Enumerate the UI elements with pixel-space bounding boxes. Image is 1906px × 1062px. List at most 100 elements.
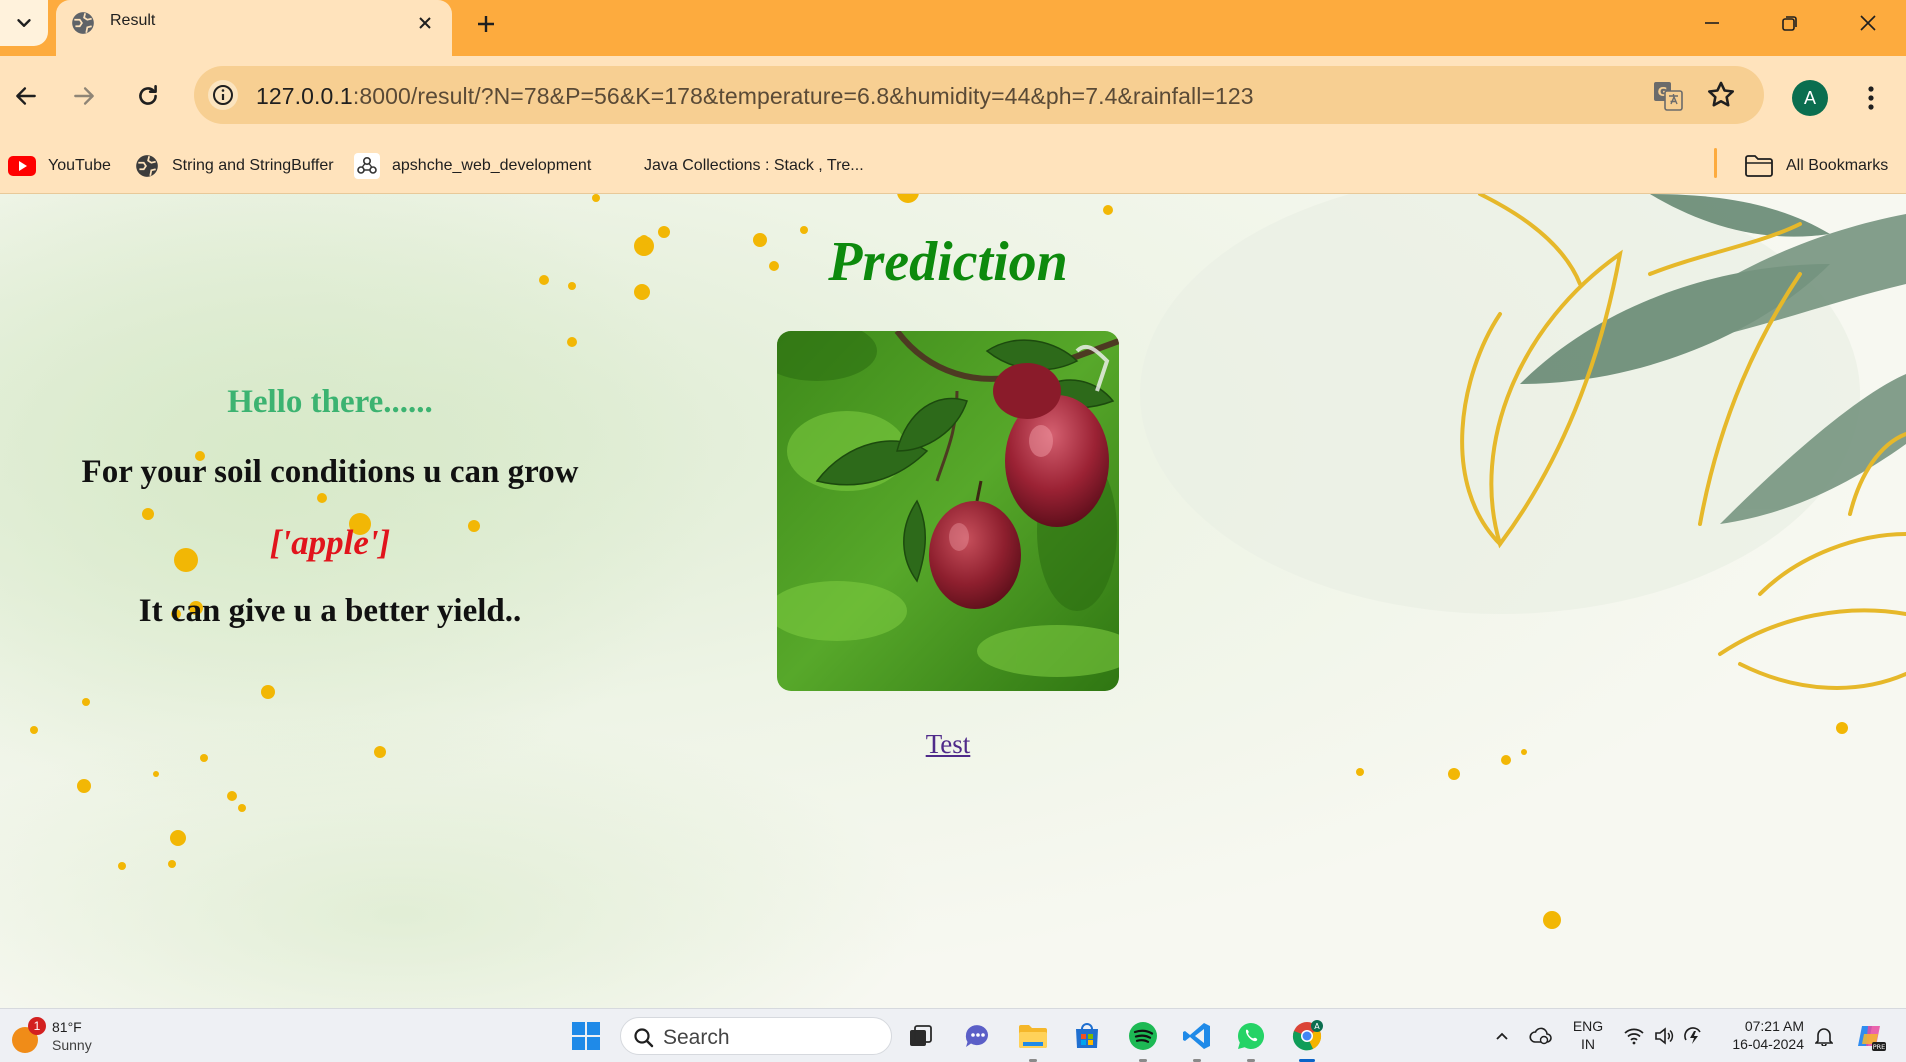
arrow-right-icon [74,87,94,105]
tab-title: Result [110,12,156,29]
close-tab-button[interactable] [412,10,438,36]
back-button[interactable] [6,76,46,116]
reload-icon [139,84,157,105]
bookmark-label: YouTube [48,157,111,174]
windows-icon [572,1022,600,1050]
apple-tree-illustration [777,331,1119,691]
url-host: 127.0.0.1 [256,83,353,109]
microsoft-store-app[interactable] [1070,1019,1104,1053]
browser-menu-button[interactable] [1856,78,1886,118]
folder-icon [1745,155,1773,177]
info-icon [213,85,233,105]
search-placeholder: Search [663,1026,730,1049]
url-path: :8000/result/?N=78&P=56&K=178&temperatur… [352,83,1254,109]
bookmark-label: apshche_web_development [392,157,592,174]
whatsapp-app[interactable] [1234,1019,1268,1062]
language-code: ENG [1572,1018,1604,1034]
svg-text:PRE: PRE [1873,1043,1886,1051]
globe-icon [72,12,94,34]
notification-badge: 1 [28,1017,46,1035]
clock-date: 16-04-2024 [1732,1036,1804,1052]
language-indicator[interactable]: ENG IN [1568,1017,1608,1053]
all-bookmarks-button[interactable]: All Bookmarks [1744,148,1888,184]
chat-app[interactable] [960,1019,994,1053]
store-icon [1076,1023,1098,1048]
restore-icon [1782,16,1797,31]
bookmark-youtube[interactable]: YouTube [8,148,111,184]
all-bookmarks-label: All Bookmarks [1786,157,1889,174]
url-text[interactable]: 127.0.0.1:8000/result/?N=78&P=56&K=178&t… [256,83,1254,110]
chevron-up-icon [1496,1032,1508,1040]
chrome-app[interactable]: A [1290,1019,1324,1062]
browser-toolbar: 127.0.0.1:8000/result/?N=78&P=56&K=178&t… [0,56,1906,138]
region-code: IN [1581,1036,1595,1052]
bookmark-java-collections[interactable]: Java Collections : Stack , Tre... [644,148,864,184]
start-button[interactable] [569,1019,603,1053]
plus-icon [478,16,494,32]
active-tab[interactable]: Result [56,0,452,56]
soil-conditions-text: For your soil conditions u can grow [81,454,579,490]
cloud-sync-icon [1529,1027,1552,1045]
bookmarks-bar: YouTube String and StringBuffer apshche_… [0,138,1906,194]
globe-icon [136,155,158,177]
close-window-button[interactable] [1844,6,1892,40]
weather-condition: Sunny [52,1037,92,1053]
bell-icon [1815,1028,1833,1046]
test-link[interactable]: Test [900,729,996,760]
taskbar-search[interactable]: Search [620,1017,892,1055]
spotify-app[interactable] [1126,1019,1160,1062]
wifi-tray[interactable] [1620,1009,1648,1062]
taskbar: 1 81°F Sunny Search A ENG IN 07:21 AM 16… [0,1008,1906,1062]
bookmark-star-icon[interactable] [1704,78,1738,112]
file-explorer-app[interactable] [1016,1019,1050,1062]
more-vertical-icon [1868,86,1874,110]
weather-temperature: 81°F [52,1019,82,1035]
site-info-button[interactable] [208,80,238,110]
bookmark-apshche-web-development[interactable]: apshche_web_development [354,148,591,184]
battery-tray[interactable] [1680,1009,1708,1062]
new-tab-button[interactable] [470,8,502,40]
whatsapp-icon [1238,1023,1265,1049]
minimize-icon [1705,22,1719,24]
close-icon [1860,15,1876,31]
crop-image [777,331,1119,691]
chevron-down-icon [17,19,31,27]
forward-button[interactable] [64,76,104,116]
youtube-icon [8,156,36,176]
system-clock[interactable]: 07:21 AM 16-04-2024 [1718,1017,1804,1053]
profile-avatar[interactable]: A [1792,80,1828,116]
chat-icon [965,1025,988,1047]
svg-text:A: A [1314,1022,1320,1031]
weather-widget[interactable]: 1 81°F Sunny [12,1017,112,1057]
spotify-icon [1129,1022,1157,1050]
vscode-app[interactable] [1180,1019,1214,1062]
page-viewport: Prediction Test Hello there...... For yo… [0,194,1906,1008]
volume-tray[interactable] [1650,1009,1678,1062]
clock-time: 07:21 AM [1744,1018,1804,1034]
wifi-icon [1624,1028,1644,1045]
tab-strip: Result [0,0,1906,56]
battery-charging-icon [1684,1027,1701,1044]
task-view-button[interactable] [904,1019,938,1053]
speaker-icon [1655,1027,1674,1045]
bookmark-label: String and StringBuffer [172,157,334,174]
page-title: Prediction [828,231,1068,293]
bookmark-label: Java Collections : Stack , Tre... [644,157,864,174]
copilot-button[interactable]: PRE [1850,1009,1890,1062]
tab-search-button[interactable] [0,0,48,46]
restore-button[interactable] [1766,6,1814,40]
onedrive-tray[interactable] [1524,1009,1558,1062]
bookmark-string-and-stringbuffer[interactable]: String and StringBuffer [134,148,334,184]
bookmarks-divider [1714,148,1717,178]
address-bar[interactable]: 127.0.0.1:8000/result/?N=78&P=56&K=178&t… [194,66,1764,124]
search-icon [634,1028,654,1048]
predicted-crop: ['apple'] [269,523,391,562]
close-icon [419,17,431,29]
translate-icon[interactable]: G [1652,80,1684,112]
notifications-button[interactable] [1810,1009,1838,1062]
reload-button[interactable] [128,76,168,116]
show-hidden-icons-button[interactable] [1488,1009,1516,1062]
folder-icon [1019,1025,1047,1048]
minimize-button[interactable] [1688,6,1736,40]
arrow-left-icon [16,87,36,105]
